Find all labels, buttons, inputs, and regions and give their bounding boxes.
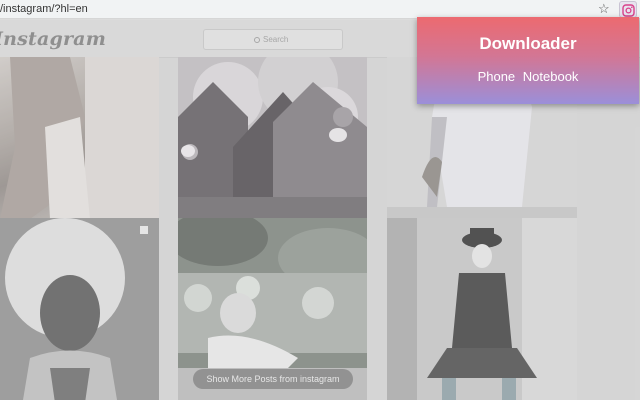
phone-option[interactable]: Phone — [476, 69, 518, 84]
instagram-extension-icon[interactable] — [619, 1, 637, 18]
notebook-option[interactable]: Notebook — [521, 69, 581, 84]
downloader-popup: Downloader Phone Notebook — [417, 17, 639, 104]
star-icon[interactable]: ☆ — [598, 1, 610, 17]
url-text[interactable]: /instagram/?hl=en — [0, 3, 88, 15]
popup-options: Phone Notebook — [417, 69, 639, 84]
instagram-icon — [622, 4, 635, 17]
popup-title: Downloader — [479, 34, 577, 53]
